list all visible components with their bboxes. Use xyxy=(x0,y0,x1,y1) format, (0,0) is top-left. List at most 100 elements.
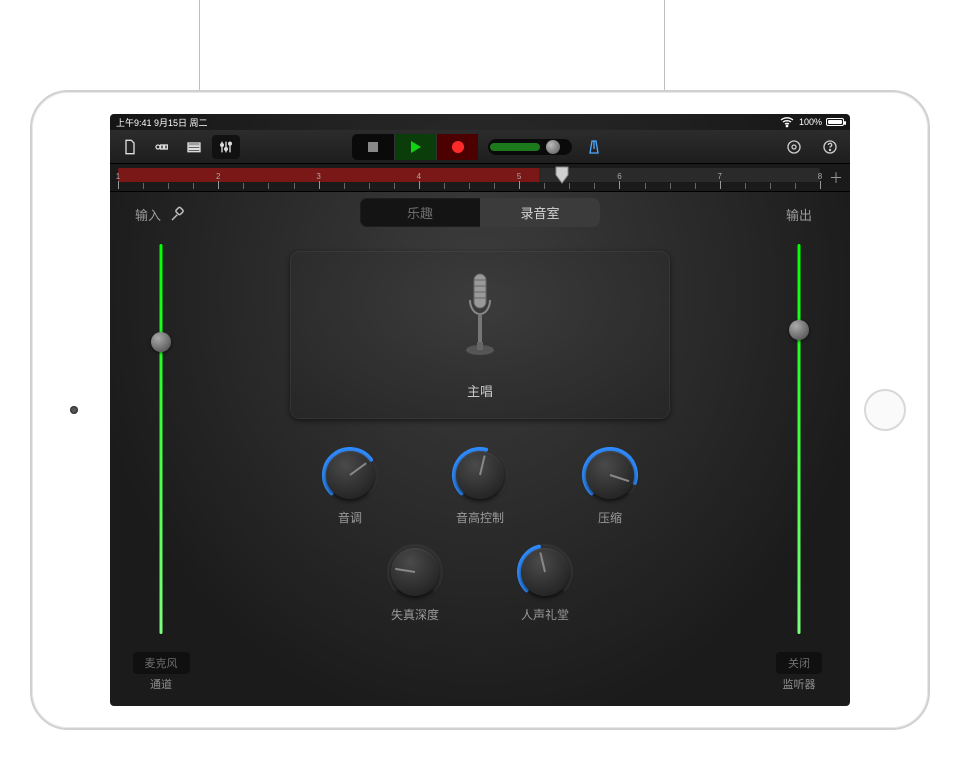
ruler-minor-tick xyxy=(594,183,595,189)
center-panel: 乐趣录音室 xyxy=(220,198,740,696)
ipad-home-button[interactable] xyxy=(864,389,906,431)
input-label: 输入 xyxy=(135,205,161,224)
ruler-minor-tick xyxy=(544,183,545,189)
ruler-minor-tick xyxy=(795,183,796,189)
preset-card[interactable]: 主唱 xyxy=(290,251,670,419)
browser-button[interactable] xyxy=(180,135,208,159)
ruler-ticks: 12345678 xyxy=(118,181,820,189)
knob-pitch[interactable]: 音高控制 xyxy=(415,447,545,526)
ruler-minor-tick xyxy=(193,183,194,189)
input-level-track xyxy=(160,244,163,634)
add-track-button[interactable]: ＋ xyxy=(828,170,844,186)
output-column: 输出 关闭 监听器 xyxy=(754,204,844,692)
ruler-minor-tick xyxy=(369,183,370,189)
status-time: 上午9:41 9月15日 周二 xyxy=(116,116,208,129)
ruler-bar-number: 1 xyxy=(116,172,120,181)
output-level-thumb[interactable] xyxy=(789,320,809,340)
ruler-bar-number: 7 xyxy=(717,172,721,181)
my-songs-button[interactable] xyxy=(116,135,144,159)
ruler-bar-number: 2 xyxy=(216,172,220,181)
ruler-minor-tick xyxy=(645,183,646,189)
ruler-bar-number: 5 xyxy=(517,172,521,181)
knob-vocal-hall[interactable]: 人声礼堂 xyxy=(480,544,610,623)
master-volume-fill xyxy=(490,143,540,151)
ruler-minor-tick xyxy=(494,183,495,189)
microphone-icon xyxy=(460,270,500,371)
timeline-ruler[interactable]: 12345678 ＋ xyxy=(110,164,850,192)
ruler-minor-tick xyxy=(168,183,169,189)
ruler-tick xyxy=(519,181,520,189)
ruler-minor-tick xyxy=(444,183,445,189)
knob-label: 音高控制 xyxy=(456,509,504,526)
ruler-minor-tick xyxy=(143,183,144,189)
input-plug-icon[interactable] xyxy=(169,205,187,223)
ruler-minor-tick xyxy=(695,183,696,189)
ruler-minor-tick xyxy=(268,183,269,189)
fx-button[interactable] xyxy=(212,135,240,159)
ruler-tick xyxy=(720,181,721,189)
mode-segmented: 乐趣录音室 xyxy=(360,198,600,227)
mode-tab-0[interactable]: 乐趣 xyxy=(360,198,480,227)
master-volume-thumb[interactable] xyxy=(546,140,560,154)
mode-tab-1[interactable]: 录音室 xyxy=(480,198,600,227)
ruler-bar-number: 3 xyxy=(316,172,320,181)
ruler-minor-tick xyxy=(394,183,395,189)
ruler-minor-tick xyxy=(243,183,244,189)
ipad-frame: 上午9:41 9月15日 周二 100% xyxy=(30,90,930,730)
ruler-region xyxy=(118,168,820,182)
metronome-button[interactable] xyxy=(580,135,608,159)
monitor-label: 监听器 xyxy=(783,676,816,692)
knob-compress[interactable]: 压缩 xyxy=(545,447,675,526)
battery-icon xyxy=(826,118,844,126)
ruler-tick xyxy=(619,181,620,189)
preset-name: 主唱 xyxy=(467,381,493,400)
wifi-icon xyxy=(779,114,795,130)
output-level-slider[interactable] xyxy=(792,244,806,634)
stop-button[interactable] xyxy=(352,134,394,160)
knob-label: 失真深度 xyxy=(391,606,439,623)
ruler-tick xyxy=(118,181,119,189)
input-level-slider[interactable] xyxy=(154,244,168,634)
input-column: 输入 麦克风 通道 xyxy=(116,204,206,692)
ruler-bar-number: 4 xyxy=(417,172,421,181)
channel-label: 通道 xyxy=(150,676,172,692)
ruler-tick xyxy=(218,181,219,189)
monitor-off-chip[interactable]: 关闭 xyxy=(776,652,822,674)
ruler-tick xyxy=(820,181,821,189)
ruler-tick xyxy=(419,181,420,189)
knob-label: 压缩 xyxy=(598,509,622,526)
ruler-minor-tick xyxy=(745,183,746,189)
ruler-bar-number: 6 xyxy=(617,172,621,181)
record-button[interactable] xyxy=(436,134,478,160)
knob-grid: 音调 音高控制 压缩失真深度 人声礼堂 xyxy=(285,447,675,623)
help-button[interactable] xyxy=(816,135,844,159)
ruler-minor-tick xyxy=(770,183,771,189)
ruler-minor-tick xyxy=(344,183,345,189)
main-panel: 输入 麦克风 通道 输出 xyxy=(110,192,850,706)
knob-label: 人声礼堂 xyxy=(521,606,569,623)
output-level-track xyxy=(798,244,801,634)
ruler-minor-tick xyxy=(469,183,470,189)
knob-tone[interactable]: 音调 xyxy=(285,447,415,526)
app-screen: 上午9:41 9月15日 周二 100% xyxy=(110,114,850,706)
mic-chip[interactable]: 麦克风 xyxy=(133,652,190,674)
ruler-tick xyxy=(319,181,320,189)
ipad-camera xyxy=(70,406,78,414)
knob-label: 音调 xyxy=(338,509,362,526)
input-level-thumb[interactable] xyxy=(151,332,171,352)
ruler-minor-tick xyxy=(670,183,671,189)
play-button[interactable] xyxy=(394,134,436,160)
output-label: 输出 xyxy=(786,205,812,224)
transport-controls xyxy=(352,134,608,160)
view-toggle-button[interactable] xyxy=(148,135,176,159)
settings-button[interactable] xyxy=(780,135,808,159)
knob-drive[interactable]: 失真深度 xyxy=(350,544,480,623)
battery-pct: 100% xyxy=(799,117,822,127)
toolbar xyxy=(110,130,850,164)
ruler-minor-tick xyxy=(294,183,295,189)
ruler-bar-number: 8 xyxy=(818,172,822,181)
playhead[interactable] xyxy=(555,166,569,184)
master-volume-slider[interactable] xyxy=(488,139,572,155)
status-bar: 上午9:41 9月15日 周二 100% xyxy=(110,114,850,130)
ruler-minor-tick xyxy=(569,183,570,189)
